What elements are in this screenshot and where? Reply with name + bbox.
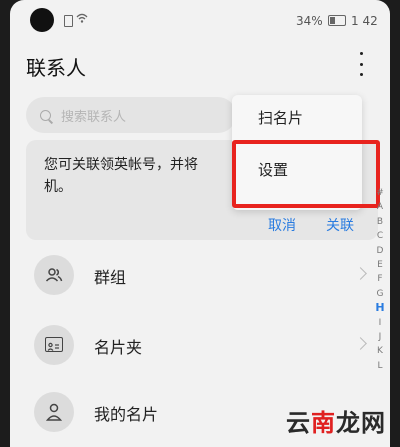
link-button[interactable]: 关联 [326, 215, 354, 235]
watermark-accent: 南 [311, 409, 336, 437]
index-letter[interactable]: C [377, 229, 383, 243]
phone-screen: 34% 1 42 联系人 搜索联系人 您可关联领英帐号，并将 机。 取消 关联 … [10, 0, 390, 447]
sim-icon [64, 15, 73, 27]
search-placeholder: 搜索联系人 [61, 109, 127, 125]
index-letter[interactable]: D [377, 244, 384, 258]
index-letter[interactable]: K [377, 344, 383, 358]
list-item-groups[interactable]: 群组 [26, 245, 371, 305]
site-watermark: 云南龙网 [286, 403, 386, 438]
cancel-button[interactable]: 取消 [268, 215, 296, 235]
status-bar: 34% 1 42 [10, 0, 390, 44]
chevron-right-icon [354, 337, 367, 350]
index-letter-active[interactable]: H [375, 301, 384, 315]
search-input[interactable]: 搜索联系人 [26, 97, 236, 133]
index-letter[interactable]: G [377, 287, 384, 301]
list-item-label: 我的名片 [94, 405, 159, 424]
index-letter[interactable]: E [377, 258, 383, 272]
group-icon [34, 255, 74, 295]
index-letter[interactable]: # [376, 186, 384, 200]
list-item-card-holder[interactable]: 名片夹 [26, 315, 371, 375]
index-letter[interactable]: A [377, 200, 383, 214]
list-item-label: 群组 [94, 268, 127, 287]
index-letter[interactable]: I [379, 316, 382, 330]
wifi-icon [76, 12, 88, 24]
search-icon [40, 109, 51, 121]
card-holder-icon [34, 325, 74, 365]
page-title: 联系人 [26, 56, 86, 80]
index-letter[interactable]: L [377, 359, 382, 373]
person-icon [34, 392, 74, 432]
settings-highlight [232, 140, 380, 208]
clock: 1 42 [351, 14, 378, 28]
more-options-icon[interactable] [356, 52, 366, 76]
link-card-message-line2: 机。 [44, 179, 72, 195]
link-card-message-line1: 您可关联领英帐号，并将 [44, 157, 198, 173]
index-letter[interactable]: J [379, 330, 382, 344]
list-item-label: 名片夹 [94, 338, 143, 357]
battery-icon [328, 15, 346, 26]
chevron-right-icon [354, 267, 367, 280]
menu-item-scan-card[interactable]: 扫名片 [258, 107, 303, 128]
watermark-prefix: 云 [286, 409, 311, 437]
alphabet-index[interactable]: # A B C D E F G H I J K L [373, 186, 387, 373]
watermark-suffix: 龙网 [336, 409, 386, 437]
front-camera [30, 8, 54, 32]
battery-percent: 34% [296, 14, 323, 28]
index-letter[interactable]: B [377, 215, 383, 229]
index-letter[interactable]: F [377, 272, 382, 286]
